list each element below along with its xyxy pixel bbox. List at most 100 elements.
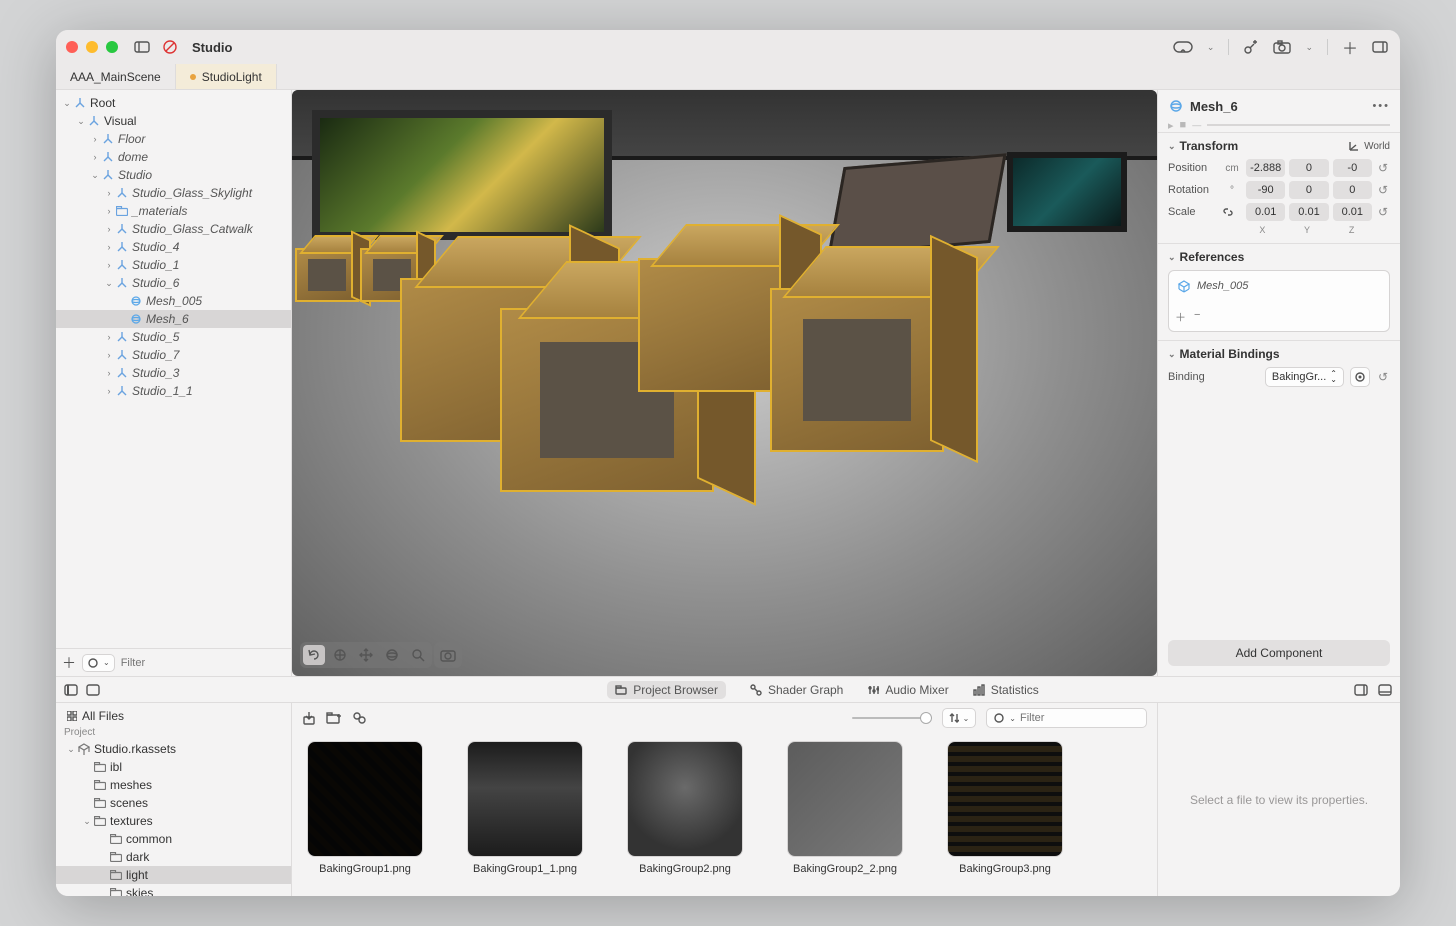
section-toggle[interactable]: ⌄: [1168, 141, 1176, 152]
layout-toggle-a[interactable]: [64, 684, 78, 696]
hierarchy-row[interactable]: ⌄Visual: [56, 112, 291, 130]
reference-item[interactable]: Mesh_005: [1175, 277, 1383, 295]
disclosure-chevron-icon[interactable]: ›: [104, 368, 114, 378]
hierarchy-row[interactable]: ›Studio_1_1: [56, 382, 291, 400]
asset-item[interactable]: BakingGroup2_2.png: [782, 741, 908, 888]
hierarchy-row[interactable]: ›Studio_5: [56, 328, 291, 346]
file-tree-row[interactable]: ⌄Studio.rkassets: [56, 740, 291, 758]
new-asset-button[interactable]: [352, 711, 366, 725]
link-scale-icon[interactable]: [1222, 206, 1242, 218]
position-z-field[interactable]: -0: [1333, 159, 1372, 177]
toggle-sidebar-button[interactable]: [132, 38, 152, 56]
disclosure-chevron-icon[interactable]: ›: [90, 152, 100, 162]
hierarchy-row[interactable]: ⌄Studio_6: [56, 274, 291, 292]
disclosure-chevron-icon[interactable]: ›: [104, 224, 114, 234]
scale-x-field[interactable]: 0.01: [1246, 203, 1285, 221]
disclosure-chevron-icon[interactable]: ›: [104, 188, 114, 198]
file-tree-row[interactable]: skies: [56, 884, 291, 896]
show-detail-button[interactable]: [1354, 684, 1368, 696]
import-button[interactable]: [302, 711, 316, 725]
orbit-tool-button[interactable]: [303, 645, 325, 665]
viewport-canvas[interactable]: [292, 90, 1157, 676]
hierarchy-row[interactable]: ›dome: [56, 148, 291, 166]
reset-position-button[interactable]: ↺: [1376, 161, 1390, 175]
select-tool-button[interactable]: [329, 645, 351, 665]
insert-entity-button[interactable]: [1243, 39, 1259, 55]
browser-filter-mode[interactable]: ⌄: [986, 708, 1147, 728]
toggle-inspector-button[interactable]: [1372, 41, 1388, 53]
tab-main-scene[interactable]: AAA_MainScene: [56, 64, 176, 89]
material-binding-select[interactable]: BakingGr... ⌃⌄: [1265, 367, 1344, 387]
disclosure-chevron-icon[interactable]: ›: [90, 134, 100, 144]
all-files-row[interactable]: All Files: [56, 707, 291, 725]
new-folder-button[interactable]: [326, 712, 342, 724]
stop-icon[interactable]: ■: [1180, 119, 1187, 131]
sort-button[interactable]: ⌄: [942, 708, 977, 728]
browser-filter-input[interactable]: [1020, 712, 1140, 724]
camera-menu-chevron[interactable]: ⌄: [1305, 42, 1313, 53]
disclosure-chevron-icon[interactable]: ⌄: [66, 744, 76, 755]
tab-project-browser[interactable]: Project Browser: [607, 681, 726, 699]
hierarchy-row[interactable]: ⌄Studio: [56, 166, 291, 184]
hierarchy-row[interactable]: ›_materials: [56, 202, 291, 220]
snapshot-button[interactable]: [437, 645, 459, 665]
tab-audio-mixer[interactable]: Audio Mixer: [867, 683, 948, 697]
hierarchy-row[interactable]: ›Studio_3: [56, 364, 291, 382]
hierarchy-filter-mode-button[interactable]: ⌄: [82, 654, 115, 672]
asset-item[interactable]: BakingGroup3.png: [942, 741, 1068, 888]
thumbnail-zoom-slider[interactable]: [852, 717, 932, 719]
file-tree-row[interactable]: light: [56, 866, 291, 884]
disclosure-chevron-icon[interactable]: ›: [104, 242, 114, 252]
add-reference-button[interactable]: ＋: [1175, 309, 1186, 325]
reset-binding-button[interactable]: ↺: [1376, 370, 1390, 384]
tab-studio-light[interactable]: StudioLight: [176, 64, 277, 89]
hierarchy-row[interactable]: ›Floor: [56, 130, 291, 148]
layout-toggle-b[interactable]: [86, 684, 100, 696]
headset-icon[interactable]: [1173, 41, 1193, 53]
add-component-button[interactable]: Add Component: [1168, 640, 1390, 666]
minimize-window-button[interactable]: [86, 41, 98, 53]
hierarchy-row[interactable]: Mesh_6: [56, 310, 291, 328]
scale-y-field[interactable]: 0.01: [1289, 203, 1328, 221]
hierarchy-row[interactable]: ›Studio_7: [56, 346, 291, 364]
file-tree-row[interactable]: ⌄textures: [56, 812, 291, 830]
disclosure-chevron-icon[interactable]: ›: [104, 206, 114, 216]
disclosure-chevron-icon[interactable]: ›: [104, 350, 114, 360]
stop-icon[interactable]: [160, 38, 180, 56]
camera-button[interactable]: [1273, 40, 1291, 54]
close-window-button[interactable]: [66, 41, 78, 53]
disclosure-chevron-icon[interactable]: ⌄: [76, 116, 86, 127]
position-y-field[interactable]: 0: [1289, 159, 1328, 177]
tab-shader-graph[interactable]: Shader Graph: [750, 683, 843, 697]
disclosure-chevron-icon[interactable]: ⌄: [90, 170, 100, 181]
disclosure-chevron-icon[interactable]: ⌄: [62, 98, 72, 109]
material-target-button[interactable]: [1350, 367, 1370, 387]
disclosure-chevron-icon[interactable]: ›: [104, 260, 114, 270]
disclosure-chevron-icon[interactable]: ›: [104, 386, 114, 396]
hierarchy-row[interactable]: ⌄Root: [56, 94, 291, 112]
file-tree-row[interactable]: ibl: [56, 758, 291, 776]
hierarchy-filter-input[interactable]: [121, 657, 285, 669]
rotation-x-field[interactable]: -90: [1246, 181, 1285, 199]
scale-tool-button[interactable]: [407, 645, 429, 665]
hierarchy-row[interactable]: Mesh_005: [56, 292, 291, 310]
timeline-scrubber[interactable]: ▸ ■ —: [1158, 118, 1400, 132]
tab-statistics[interactable]: Statistics: [973, 683, 1039, 697]
space-label[interactable]: World: [1364, 141, 1390, 152]
position-x-field[interactable]: -2.888: [1246, 159, 1285, 177]
rotation-z-field[interactable]: 0: [1333, 181, 1372, 199]
file-tree-row[interactable]: dark: [56, 848, 291, 866]
move-tool-button[interactable]: [355, 645, 377, 665]
asset-item[interactable]: BakingGroup2.png: [622, 741, 748, 888]
section-toggle[interactable]: ⌄: [1168, 349, 1176, 360]
file-tree-row[interactable]: scenes: [56, 794, 291, 812]
scale-z-field[interactable]: 0.01: [1333, 203, 1372, 221]
hierarchy-row[interactable]: ›Studio_Glass_Catwalk: [56, 220, 291, 238]
rotation-y-field[interactable]: 0: [1289, 181, 1328, 199]
asset-item[interactable]: BakingGroup1_1.png: [462, 741, 588, 888]
add-node-button[interactable]: ＋: [62, 653, 76, 673]
expand-panel-button[interactable]: [1378, 684, 1392, 696]
hierarchy-tree[interactable]: ⌄Root⌄Visual›Floor›dome⌄Studio ›Studio_Gl…: [56, 90, 291, 648]
disclosure-chevron-icon[interactable]: ⌄: [104, 278, 114, 289]
add-button[interactable]: ＋: [1342, 35, 1358, 59]
